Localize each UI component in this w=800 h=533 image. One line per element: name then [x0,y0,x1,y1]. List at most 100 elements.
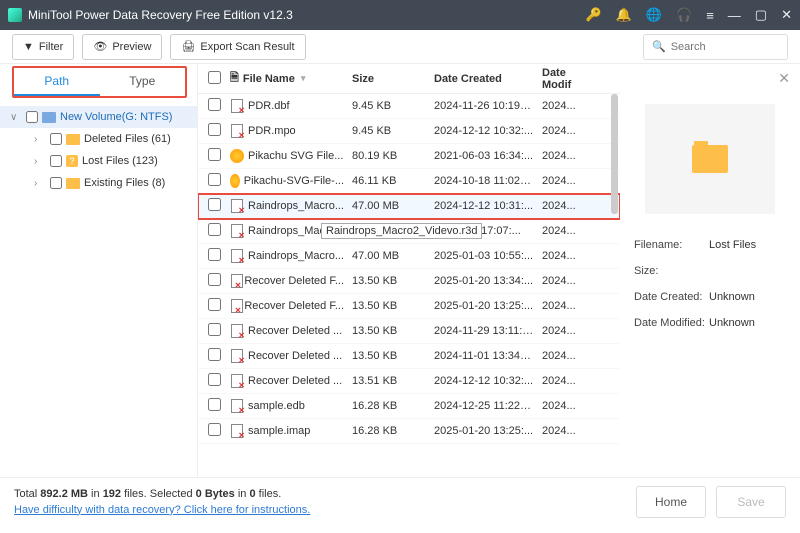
filter-button[interactable]: ▼Filter [12,34,74,60]
file-size: 80.19 KB [348,150,430,162]
table-row[interactable]: Raindrops_Macro...47.00 MB2025-01-03 10:… [198,244,620,269]
file-date-created: 2024-10-18 11:02:13 [430,175,538,187]
tree-label: New Volume(G: NTFS) [60,111,172,123]
file-name: PDR.dbf [248,100,290,112]
table-row[interactable]: Recover Deleted F...13.50 KB2025-01-20 1… [198,294,620,319]
tree-existing[interactable]: › Existing Files (8) [0,172,197,194]
file-date-created: 2025-01-20 13:34:... [430,275,538,287]
globe-icon[interactable]: 🌐 [646,7,662,23]
app-logo-icon [8,8,22,22]
column-date-modified[interactable]: Date Modif [538,67,590,91]
scrollbar-thumb[interactable] [611,94,618,214]
file-name: Recover Deleted ... [248,325,342,337]
tab-type[interactable]: Type [100,68,186,96]
search-box[interactable]: 🔍 [643,34,788,60]
select-all-checkbox[interactable] [208,71,221,84]
file-size: 47.00 MB [348,250,430,262]
menu-icon[interactable]: ≡ [706,8,714,23]
help-link[interactable]: Have difficulty with data recovery? Clic… [14,504,310,516]
file-size: 46.11 KB [348,175,430,187]
file-icon [230,124,244,138]
row-checkbox[interactable] [208,248,221,261]
table-row[interactable]: Recover Deleted ...13.51 KB2024-12-12 10… [198,369,620,394]
file-name: sample.imap [248,425,310,437]
table-row[interactable]: Recover Deleted ...13.50 KB2024-11-01 13… [198,344,620,369]
file-size: 13.51 KB [348,375,430,387]
file-name: Recover Deleted ... [248,375,342,387]
scrollbar[interactable] [611,94,618,394]
file-date-modified: 2024... [538,300,590,312]
row-checkbox[interactable] [208,423,221,436]
file-name: Recover Deleted ... [248,350,342,362]
bell-icon[interactable]: 🔔 [616,7,632,23]
row-checkbox[interactable] [208,348,221,361]
home-button[interactable]: Home [636,486,706,518]
file-size: 9.45 KB [348,100,430,112]
table-row[interactable]: Pikachu-SVG-File-...46.11 KB2024-10-18 1… [198,169,620,194]
table-row[interactable]: Recover Deleted ...13.50 KB2024-11-29 13… [198,319,620,344]
file-date-modified: 2024... [538,125,590,137]
tab-path[interactable]: Path [14,68,100,96]
search-input[interactable] [671,41,779,53]
file-date-modified: 2024... [538,275,590,287]
file-icon [230,199,244,213]
file-date-modified: 2024... [538,100,590,112]
sort-icon: ▾ [301,73,306,84]
file-date-created: 2024-12-25 11:22:31 [430,400,538,412]
file-date-created: 2024-11-29 13:11:51 [430,325,538,337]
table-row[interactable]: PDR.dbf9.45 KB2024-11-26 10:19:242024... [198,94,620,119]
table-row[interactable]: PDR.mpo9.45 KB2024-12-12 10:32:...2024..… [198,119,620,144]
chevron-right-icon[interactable]: › [34,134,46,145]
tree-checkbox[interactable] [50,133,62,145]
chevron-right-icon[interactable]: › [34,178,46,189]
row-checkbox[interactable] [208,98,221,111]
footer: Total 892.2 MB in 192 files. Selected 0 … [0,477,800,525]
app-title: MiniTool Power Data Recovery Free Editio… [28,8,585,22]
row-checkbox[interactable] [208,198,221,211]
file-name: Raindrops_Macro... [248,200,344,212]
status-line: Total 892.2 MB in 192 files. Selected 0 … [14,486,626,502]
tree-checkbox[interactable] [50,155,62,167]
close-icon[interactable]: ✕ [781,7,792,23]
table-row[interactable]: sample.imap16.28 KB2025-01-20 13:25:...2… [198,419,620,444]
close-preview-icon[interactable]: ✕ [778,70,790,87]
row-checkbox[interactable] [208,373,221,386]
tree-root[interactable]: ∨ New Volume(G: NTFS) [0,106,197,128]
row-checkbox[interactable] [208,298,221,311]
column-name[interactable]: 🗎File Name▾ [226,69,348,88]
preview-button[interactable]: 👁Preview [82,34,162,60]
tree-checkbox[interactable] [26,111,38,123]
table-row[interactable]: Raindrops_Macro...47.00 MB2024-12-12 10:… [198,194,620,219]
file-date-created: 2025-01-20 13:25:... [430,300,538,312]
file-icon [230,224,244,238]
file-icon [230,399,244,413]
row-checkbox[interactable] [208,323,221,336]
headset-icon[interactable]: 🎧 [676,7,692,23]
column-size[interactable]: Size [348,73,430,85]
column-date-created[interactable]: Date Created [430,73,538,85]
table-row[interactable]: Recover Deleted F...13.50 KB2025-01-20 1… [198,269,620,294]
key-icon[interactable]: 🔑 [585,7,601,23]
row-checkbox[interactable] [208,273,221,286]
maximize-icon[interactable]: ▢ [755,7,767,23]
row-checkbox[interactable] [208,173,221,186]
save-button[interactable]: Save [716,486,786,518]
file-icon [230,299,240,313]
chevron-down-icon[interactable]: ∨ [10,112,22,123]
row-checkbox[interactable] [208,123,221,136]
minimize-icon[interactable]: — [728,8,741,23]
export-icon: 🖨 [181,40,195,53]
file-size: 16.28 KB [348,400,430,412]
row-checkbox[interactable] [208,148,221,161]
row-checkbox[interactable] [208,223,221,236]
tree-deleted[interactable]: › Deleted Files (61) [0,128,197,150]
label-size: Size: [634,258,709,284]
tree-lost[interactable]: › ? Lost Files (123) [0,150,197,172]
table-row[interactable]: Pikachu SVG File...80.19 KB2021-06-03 16… [198,144,620,169]
row-checkbox[interactable] [208,398,221,411]
table-row[interactable]: sample.edb16.28 KB2024-12-25 11:22:31202… [198,394,620,419]
chevron-right-icon[interactable]: › [34,156,46,167]
file-icon [230,324,244,338]
export-button[interactable]: 🖨Export Scan Result [170,34,305,60]
tree-checkbox[interactable] [50,177,62,189]
